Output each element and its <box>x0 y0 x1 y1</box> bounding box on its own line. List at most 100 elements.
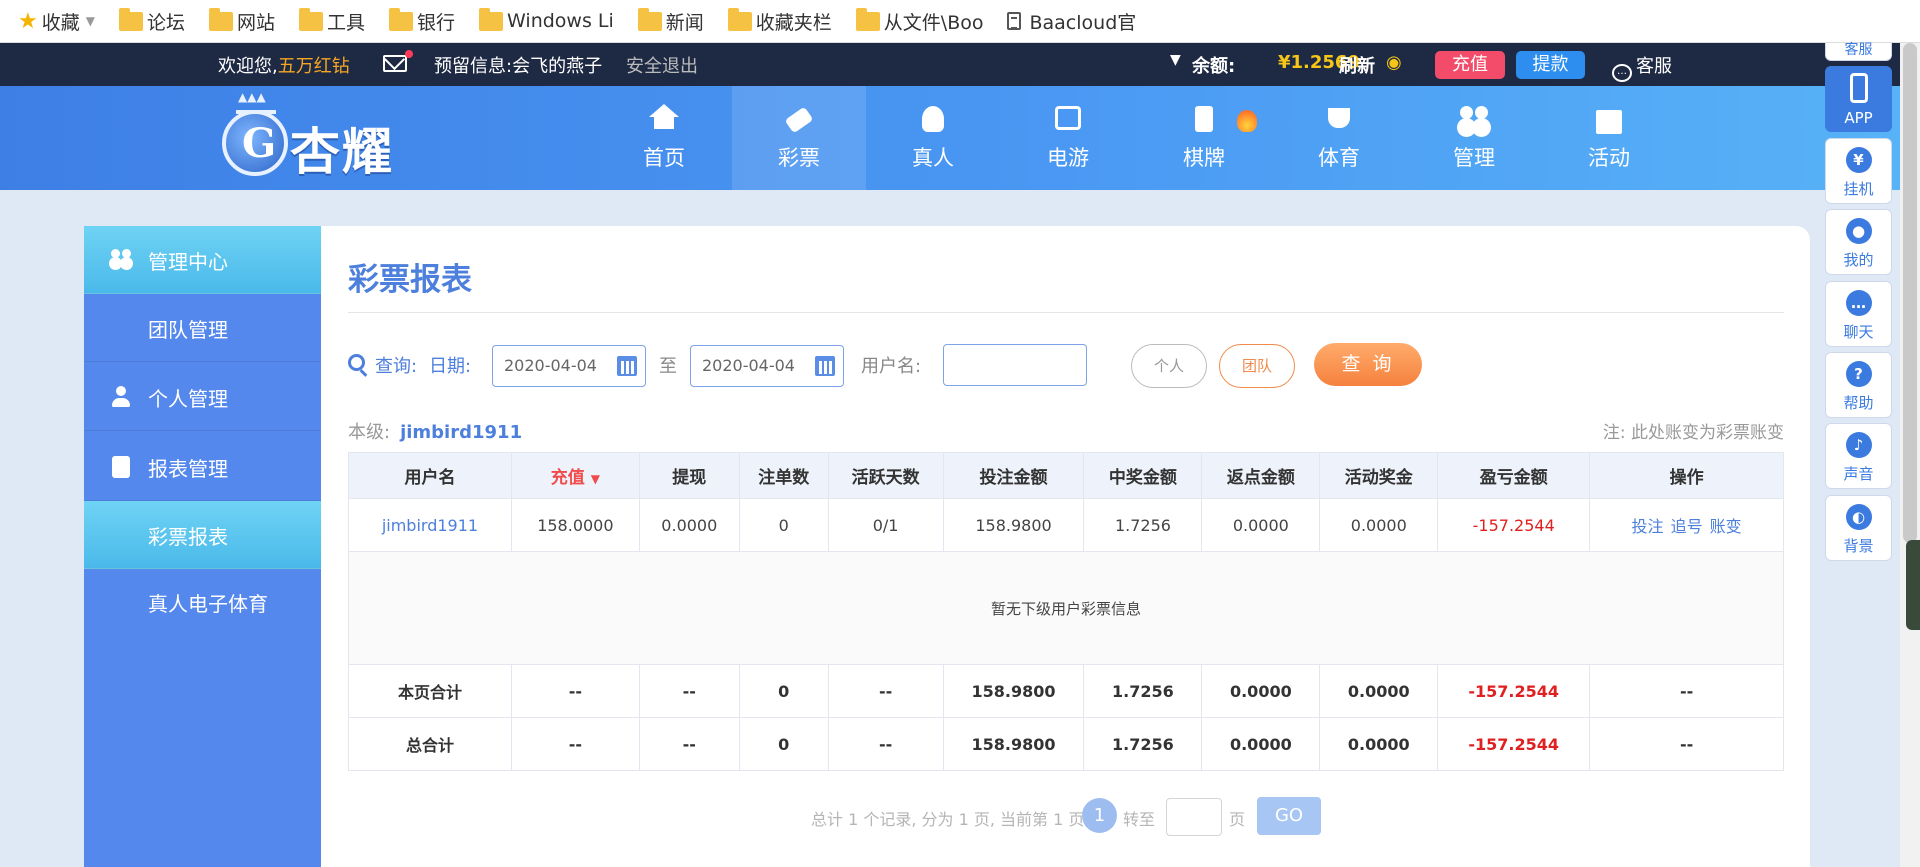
operations-cell: 投注 追号 账变 <box>1589 498 1784 552</box>
bookmark-folder[interactable]: 论坛 <box>118 7 185 35</box>
users-icon <box>1457 106 1491 134</box>
scrollbar-thumb[interactable] <box>1903 43 1917 543</box>
customer-service-link[interactable]: … 客服 <box>1612 52 1672 82</box>
column-header: 注单数 <box>738 452 829 499</box>
column-header: 操作 <box>1589 452 1784 499</box>
bookmark-label: 工具 <box>327 11 366 34</box>
date-to-input[interactable]: 2020-04-04 <box>690 345 844 387</box>
speaker-icon: ♪ <box>1845 432 1872 458</box>
personal-button[interactable]: 个人 <box>1131 344 1207 388</box>
floating-customer-service[interactable]: 客服 <box>1825 43 1892 61</box>
sidebar-item-team-management[interactable]: 团队管理 <box>84 294 321 362</box>
table-cell: -- <box>1589 717 1784 771</box>
eye-hidden-icon[interactable]: ◉ <box>1386 52 1402 73</box>
document-icon <box>1007 12 1022 30</box>
bookmark-link[interactable]: Baacloud官 <box>1007 8 1136 35</box>
float-sound-button[interactable]: ♪ 声音 <box>1825 423 1892 489</box>
sidebar-item-label: 团队管理 <box>148 318 228 342</box>
current-page-button[interactable]: 1 <box>1082 798 1117 833</box>
username-label: 用户名: <box>861 356 922 377</box>
sidebar-item-personal-management[interactable]: 个人管理 <box>84 363 321 431</box>
nav-label: 电游 <box>1047 146 1089 170</box>
column-header: 活跃天数 <box>827 452 944 499</box>
page-scrollbar[interactable] <box>1900 43 1920 867</box>
table-cell: 1.7256 <box>1083 498 1203 552</box>
bookmark-folder[interactable]: 网站 <box>209 7 275 35</box>
table-cell: -- <box>510 717 640 771</box>
nav-sports[interactable]: 体育 <box>1272 86 1406 190</box>
column-header: 盈亏金额 <box>1437 452 1591 499</box>
bookmark-folder[interactable]: Windows Li <box>479 7 614 32</box>
bookmark-label: 新闻 <box>665 11 704 34</box>
sidebar-item-lottery-report[interactable]: 彩票报表 <box>84 501 321 569</box>
sidebar-item-live-sports[interactable]: 真人电子体育 <box>84 568 321 636</box>
nav-home[interactable]: 首页 <box>597 86 731 190</box>
side-widget-tab[interactable] <box>1906 540 1920 630</box>
nav-card-games[interactable]: 棋牌 <box>1137 86 1271 190</box>
nav-lottery[interactable]: 彩票 <box>732 86 866 190</box>
username-input[interactable] <box>943 344 1087 386</box>
nav-management[interactable]: 管理 <box>1407 86 1541 190</box>
welcome-prefix: 欢迎您, <box>218 56 278 77</box>
nav-label: 管理 <box>1453 146 1495 170</box>
table-cell: 0.0000 <box>638 498 740 552</box>
nav-label: 真人 <box>912 146 954 170</box>
table-cell: 1.7256 <box>1083 717 1203 771</box>
team-button[interactable]: 团队 <box>1219 344 1295 388</box>
sidebar: 管理中心 团队管理 个人管理 报表管理 彩票报表 真人电子体育 <box>84 226 321 867</box>
bookmark-folder[interactable]: 从文件\Boo <box>855 7 983 35</box>
user-icon <box>110 386 132 408</box>
page-number-input[interactable] <box>1166 798 1222 836</box>
float-background-button[interactable]: ◐ 背景 <box>1825 495 1892 561</box>
username-link[interactable]: jimbird1911 <box>348 498 512 552</box>
table-cell: -- <box>827 717 944 771</box>
column-header: 用户名 <box>348 452 512 499</box>
float-idle-button[interactable]: ¥ 挂机 <box>1825 138 1892 204</box>
logout-link[interactable]: 安全退出 <box>626 52 698 78</box>
float-help-button[interactable]: ? 帮助 <box>1825 352 1892 418</box>
account-changes-link[interactable]: 账变 <box>1710 517 1742 536</box>
sidebar-item-management-center[interactable]: 管理中心 <box>84 226 321 294</box>
chevron-down-icon[interactable]: ▼ <box>86 14 95 28</box>
refresh-link[interactable]: 刷新 <box>1339 52 1375 78</box>
folder-icon <box>479 7 504 31</box>
bookmark-folder[interactable]: 收藏夹栏 <box>727 7 832 35</box>
folder-icon <box>389 7 414 31</box>
date-to-value: 2020-04-04 <box>702 356 795 375</box>
float-profile-button[interactable]: ● 我的 <box>1825 209 1892 275</box>
users-icon <box>110 249 132 271</box>
go-button[interactable]: GO <box>1257 797 1321 835</box>
withdraw-button[interactable]: 提款 <box>1516 51 1585 79</box>
bookmark-label: 收藏 <box>41 11 80 34</box>
table-cell: -- <box>1589 664 1784 718</box>
table-cell: -- <box>638 717 740 771</box>
float-app-button[interactable]: APP <box>1825 66 1892 132</box>
nav-promotions[interactable]: 活动 <box>1542 86 1676 190</box>
chevron-down-icon[interactable]: ▼ <box>1170 52 1181 68</box>
recharge-button[interactable]: 充值 <box>1435 51 1505 79</box>
date-from-input[interactable]: 2020-04-04 <box>492 345 646 387</box>
column-header-sortable[interactable]: 充值 ▼ <box>510 452 640 499</box>
sidebar-item-report-management[interactable]: 报表管理 <box>84 433 321 501</box>
site-logo[interactable]: 杏耀 <box>222 90 422 186</box>
calendar-icon[interactable] <box>617 356 637 376</box>
bookmark-favorites[interactable]: ★ 收藏 ▼ <box>18 8 95 35</box>
query-button[interactable]: 查 询 <box>1314 343 1422 386</box>
bookmark-folder[interactable]: 新闻 <box>637 7 704 35</box>
welcome-text: 欢迎您,五万红钻 <box>218 52 350 78</box>
chase-link[interactable]: 追号 <box>1671 517 1703 536</box>
table-cell: 0.0000 <box>1201 717 1321 771</box>
folder-icon <box>855 7 880 31</box>
float-chat-button[interactable]: … 聊天 <box>1825 281 1892 347</box>
bookmark-label: 收藏夹栏 <box>755 11 832 34</box>
mail-icon[interactable] <box>383 55 407 72</box>
nav-live-casino[interactable]: 真人 <box>866 86 1000 190</box>
grand-total-row: 总合计 -- -- 0 -- 158.9800 1.7256 0.0000 0.… <box>348 717 1784 771</box>
sidebar-item-label: 个人管理 <box>148 387 228 411</box>
bookmark-folder[interactable]: 工具 <box>299 7 366 35</box>
table-cell: 158.9800 <box>942 664 1085 718</box>
calendar-icon[interactable] <box>815 356 835 376</box>
bookmark-folder[interactable]: 银行 <box>389 7 455 35</box>
nav-slots[interactable]: 电游 <box>1001 86 1135 190</box>
bets-link[interactable]: 投注 <box>1631 517 1663 536</box>
